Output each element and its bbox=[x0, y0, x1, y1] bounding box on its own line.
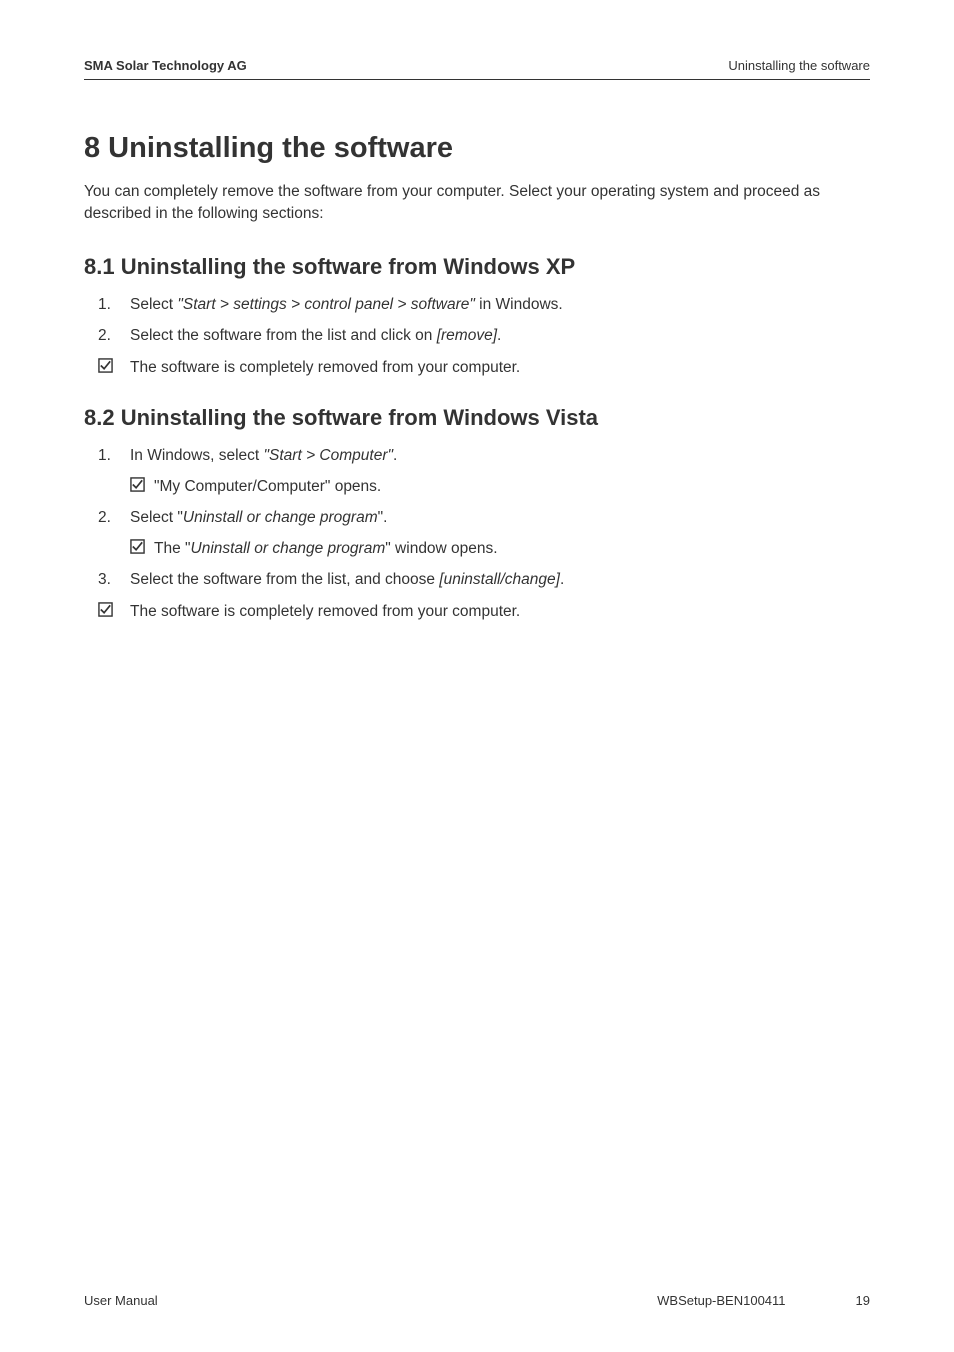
sub-item: The "Uninstall or change program" window… bbox=[130, 538, 870, 560]
list-text: The software is completely removed from … bbox=[130, 357, 870, 379]
checkbox-icon bbox=[98, 357, 130, 379]
text-before: Select the software from the list and cl… bbox=[130, 327, 437, 344]
list-8-1: 1. Select "Start > settings > control pa… bbox=[84, 294, 870, 379]
header-company: SMA Solar Technology AG bbox=[84, 58, 247, 73]
checkbox-icon bbox=[98, 601, 130, 623]
text-before: The " bbox=[154, 540, 191, 557]
list-item: 2. Select the software from the list and… bbox=[84, 325, 870, 347]
sub-item: "My Computer/Computer" opens. bbox=[130, 476, 870, 498]
text-italic: "Start > Computer" bbox=[264, 447, 393, 464]
text-before: The software is completely removed from … bbox=[130, 359, 520, 376]
text-after: " window opens. bbox=[385, 540, 497, 557]
list-item: The software is completely removed from … bbox=[84, 601, 870, 623]
list-item: 1. Select "Start > settings > control pa… bbox=[84, 294, 870, 316]
text-italic: [remove] bbox=[437, 327, 497, 344]
checkbox-icon bbox=[130, 476, 154, 498]
text-italic: [uninstall/change] bbox=[439, 571, 560, 588]
text-before: Select the software from the list, and c… bbox=[130, 571, 439, 588]
footer-left: User Manual bbox=[84, 1293, 158, 1308]
list-text: Select "Uninstall or change program". Th… bbox=[130, 507, 870, 560]
text-before: Select " bbox=[130, 509, 183, 526]
list-marker: 2. bbox=[98, 325, 130, 347]
list-item: 3. Select the software from the list, an… bbox=[84, 569, 870, 591]
list-text: Select the software from the list and cl… bbox=[130, 325, 870, 347]
page-header: SMA Solar Technology AG Uninstalling the… bbox=[84, 58, 870, 80]
heading-1: 8 Uninstalling the software bbox=[84, 132, 870, 165]
text-italic: "Start > settings > control panel > soft… bbox=[177, 296, 474, 313]
list-marker: 2. bbox=[98, 507, 130, 560]
list-marker: 1. bbox=[98, 294, 130, 316]
intro-paragraph: You can completely remove the software f… bbox=[84, 181, 870, 226]
sub-text: "My Computer/Computer" opens. bbox=[154, 476, 870, 498]
list-marker: 1. bbox=[98, 445, 130, 498]
list-text: In Windows, select "Start > Computer". "… bbox=[130, 445, 870, 498]
text-after: in Windows. bbox=[475, 296, 563, 313]
text-before: Select bbox=[130, 296, 177, 313]
list-item: 1. In Windows, select "Start > Computer"… bbox=[84, 445, 870, 498]
list-text: The software is completely removed from … bbox=[130, 601, 870, 623]
list-item: The software is completely removed from … bbox=[84, 357, 870, 379]
list-text: Select "Start > settings > control panel… bbox=[130, 294, 870, 316]
heading-8-2: 8.2 Uninstalling the software from Windo… bbox=[84, 405, 870, 431]
sub-text: The "Uninstall or change program" window… bbox=[154, 538, 870, 560]
list-8-2: 1. In Windows, select "Start > Computer"… bbox=[84, 445, 870, 623]
list-item: 2. Select "Uninstall or change program".… bbox=[84, 507, 870, 560]
checkbox-icon bbox=[130, 538, 154, 560]
text-after: . bbox=[393, 447, 397, 464]
text-before: In Windows, select bbox=[130, 447, 264, 464]
text-after: . bbox=[497, 327, 501, 344]
text-after: ". bbox=[378, 509, 388, 526]
header-section: Uninstalling the software bbox=[728, 58, 870, 73]
text-italic: Uninstall or change program bbox=[183, 509, 378, 526]
page-footer: User Manual WBSetup-BEN100411 19 bbox=[84, 1293, 870, 1308]
list-marker: 3. bbox=[98, 569, 130, 591]
footer-doc-id: WBSetup-BEN100411 bbox=[657, 1293, 785, 1308]
footer-right: WBSetup-BEN100411 19 bbox=[657, 1293, 870, 1308]
heading-8-1: 8.1 Uninstalling the software from Windo… bbox=[84, 254, 870, 280]
text-italic: Uninstall or change program bbox=[191, 540, 386, 557]
text-after: . bbox=[560, 571, 564, 588]
list-text: Select the software from the list, and c… bbox=[130, 569, 870, 591]
footer-page-number: 19 bbox=[856, 1293, 870, 1308]
text-before: The software is completely removed from … bbox=[130, 603, 520, 620]
